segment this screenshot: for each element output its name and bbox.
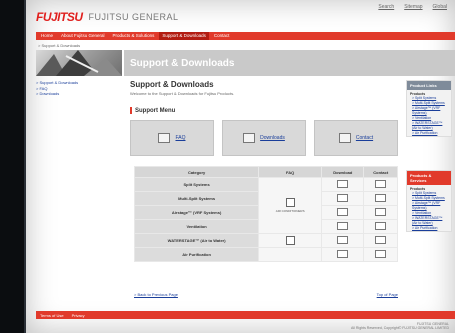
left-navigation: > Support & Downloads > FAQ > Downloads — [36, 80, 122, 97]
products-services-box: Products & Services Products > Split Sys… — [406, 170, 452, 232]
download-icon — [337, 194, 349, 202]
top-utility-links: Search Sitemap Global — [378, 4, 447, 10]
mail-icon — [375, 180, 387, 188]
nav-contact[interactable]: Contact — [211, 32, 233, 40]
downloads-button-label: Downloads — [260, 135, 285, 141]
contact-button-label: Contact — [355, 135, 374, 141]
row-category: Airstage™ (VRF Systems) — [133, 205, 260, 220]
download-icon — [337, 222, 349, 230]
contact-cell[interactable] — [363, 177, 398, 192]
header-faq: FAQ — [258, 166, 323, 178]
main-navigation: Home About Fujitsu General Products & So… — [36, 32, 455, 40]
table-row: WATERSTAGE™ (Air to Water) — [133, 233, 398, 248]
faq-document-icon — [285, 235, 295, 245]
faq-button-label: FAQ — [175, 135, 186, 141]
service-link[interactable]: > Airstage™ (VRF Systems) — [407, 201, 451, 211]
banner-title: Support & Downloads — [130, 58, 235, 69]
header-contact: Contact — [363, 166, 398, 178]
tools-illustration — [36, 50, 122, 76]
table-header-row: Category FAQ Download Contact — [133, 166, 398, 178]
table-row: Air Purification — [133, 247, 398, 262]
product-links-box: Product Links Products > Split Systems >… — [406, 80, 452, 137]
product-links-header: Product Links — [407, 81, 451, 90]
footer-copyright: All Rights Reserved, Copyright© FUJITSU … — [351, 326, 449, 330]
download-cell[interactable] — [321, 191, 365, 206]
download-cell[interactable] — [321, 177, 365, 192]
faq-cell-air-conditioners[interactable]: AIR CONDITIONERS — [258, 177, 323, 234]
footer-link-privacy[interactable]: Privacy — [72, 313, 85, 318]
site-logo[interactable]: FUJITSU FUJITSU GENERAL — [36, 8, 179, 26]
contact-cell[interactable] — [363, 191, 398, 206]
page-title: Support & Downloads — [130, 80, 214, 89]
back-to-previous-link[interactable]: > Back to Previous Page — [134, 292, 178, 297]
product-link[interactable]: > Airstage™ (VRF Systems) — [407, 106, 451, 116]
heading-accent-bar — [130, 107, 132, 114]
contact-icon — [338, 133, 351, 143]
page-intro: Welcome to the Support & Downloads for F… — [130, 91, 235, 96]
download-cell[interactable] — [321, 205, 365, 220]
faq-button[interactable]: FAQ — [130, 120, 214, 156]
row-category: Multi-Split Systems — [133, 191, 260, 206]
support-menu-heading: Support Menu — [130, 107, 175, 114]
header-category: Category — [133, 166, 260, 178]
copyright-notice: FUJITSU GENERAL All Rights Reserved, Cop… — [351, 322, 449, 330]
fujitsu-logo-mark: FUJITSU — [36, 10, 83, 24]
download-icon — [337, 236, 349, 244]
products-services-header: Products & Services — [407, 171, 451, 185]
main-content-header: Support & Downloads Welcome to the Suppo… — [130, 80, 398, 96]
download-cell[interactable] — [321, 247, 365, 262]
top-link-global[interactable]: Global — [433, 4, 447, 10]
nav-home[interactable]: Home — [38, 32, 56, 40]
contact-cell[interactable] — [363, 247, 398, 262]
mail-icon — [375, 222, 387, 230]
banner-image — [36, 50, 122, 76]
contact-button[interactable]: Contact — [314, 120, 398, 156]
row-category: Ventilation — [133, 219, 260, 234]
left-nav-downloads[interactable]: > Downloads — [36, 91, 122, 97]
contact-cell[interactable] — [363, 205, 398, 220]
downloads-button[interactable]: Downloads — [222, 120, 306, 156]
mail-icon — [375, 236, 387, 244]
support-menu-buttons: FAQ Downloads Contact — [130, 120, 398, 156]
mail-icon — [375, 194, 387, 202]
download-icon — [337, 180, 349, 188]
download-cell[interactable] — [321, 219, 365, 234]
service-link[interactable]: > WATERSTAGE™ (Air to Water) — [407, 216, 451, 226]
contact-cell[interactable] — [363, 219, 398, 234]
download-icon — [337, 250, 349, 258]
download-icon — [243, 133, 256, 143]
mail-icon — [375, 250, 387, 258]
contact-cell[interactable] — [363, 233, 398, 248]
nav-support-downloads[interactable]: Support & Downloads — [159, 32, 209, 40]
top-link-search[interactable]: Search — [378, 4, 394, 10]
browser-screen: FUJITSU FUJITSU GENERAL Search Sitemap G… — [24, 0, 455, 333]
faq-cell-empty — [258, 247, 323, 262]
row-category: Air Purification — [133, 247, 260, 262]
service-link[interactable]: > Air Purification — [407, 226, 451, 231]
support-menu-title: Support Menu — [135, 107, 176, 114]
header-download: Download — [321, 166, 365, 178]
footer-bar: Terms of Use Privacy — [36, 311, 455, 319]
table-row: Split Systems AIR CONDITIONERS — [133, 177, 398, 234]
mail-icon — [375, 208, 387, 216]
top-link-sitemap[interactable]: Sitemap — [404, 4, 422, 10]
download-cell[interactable] — [321, 233, 365, 248]
nav-products[interactable]: Products & Solutions — [110, 32, 158, 40]
faq-cell-label: AIR CONDITIONERS — [275, 209, 305, 213]
page-bottom-links: > Back to Previous Page Top of Page — [134, 292, 398, 297]
faq-document-icon — [285, 198, 295, 207]
row-category: Split Systems — [133, 177, 260, 192]
product-link[interactable]: > WATERSTAGE™ (Air to Water) — [407, 121, 451, 131]
support-category-table: Category FAQ Download Contact Split Syst… — [133, 166, 398, 262]
nav-about[interactable]: About Fujitsu General — [58, 32, 108, 40]
faq-cell[interactable] — [258, 233, 323, 248]
product-link[interactable]: > Air Purification — [407, 131, 451, 136]
row-category: WATERSTAGE™ (Air to Water) — [133, 233, 260, 248]
fujitsu-general-wordmark: FUJITSU GENERAL — [88, 12, 179, 22]
breadcrumb[interactable]: > Support & Downloads — [38, 43, 80, 48]
download-icon — [337, 208, 349, 216]
footer-link-terms[interactable]: Terms of Use — [40, 313, 64, 318]
faq-icon — [158, 133, 171, 143]
top-of-page-link[interactable]: Top of Page — [377, 292, 398, 297]
